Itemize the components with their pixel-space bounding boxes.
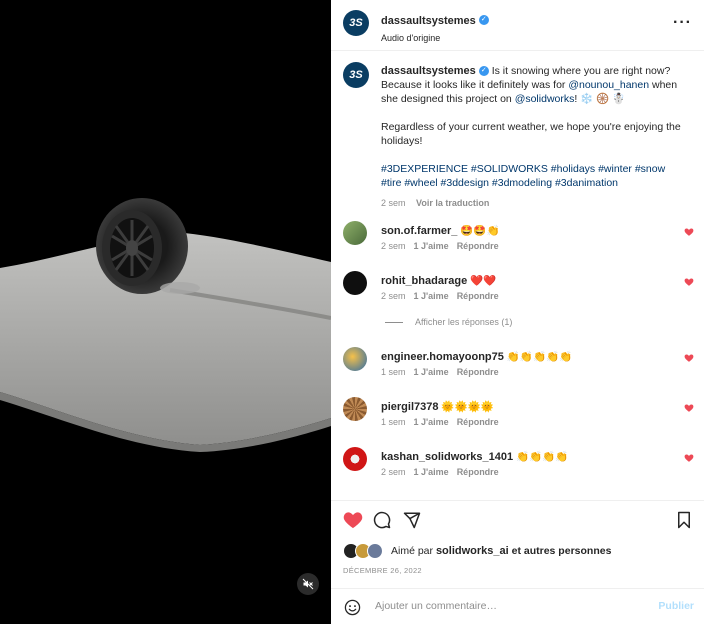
comment-likes[interactable]: 1 J'aime	[414, 367, 449, 377]
emoji-icon[interactable]	[344, 599, 361, 616]
commenter-username[interactable]: rohit_bhadarage	[381, 275, 467, 287]
publish-button[interactable]: Publier	[658, 600, 694, 612]
heart-icon[interactable]	[684, 277, 694, 287]
comment-age[interactable]: 2 sem	[381, 467, 406, 477]
comment-icon[interactable]	[373, 511, 391, 529]
comment-age[interactable]: 2 sem	[381, 291, 406, 301]
comment-text: ❤️❤️	[470, 275, 497, 287]
post-header: 3S dassaultsystemes ✓ Audio d'origine ···	[331, 0, 704, 51]
heart-icon[interactable]	[684, 353, 694, 363]
reply-button[interactable]: Répondre	[457, 467, 499, 477]
caption-author-avatar[interactable]: 3S	[343, 62, 369, 88]
post-caption: dassaultsystemes ✓ Is it snowing where yo…	[381, 64, 686, 210]
liker-avatar	[367, 543, 383, 559]
liked-by: Aimé par solidworks_ai et autres personn…	[343, 543, 611, 559]
post-actions: Aimé par solidworks_ai et autres personn…	[331, 500, 704, 625]
share-icon[interactable]	[403, 511, 421, 529]
mention-link[interactable]: @solidworks	[515, 93, 575, 105]
liked-by-suffix[interactable]: et autres personnes	[512, 545, 612, 557]
verified-icon: ✓	[478, 66, 489, 77]
show-replies-label: Afficher les réponses (1)	[415, 317, 513, 327]
caption-paragraph-2: Regardless of your current weather, we h…	[381, 121, 681, 147]
comment-age[interactable]: 1 sem	[381, 417, 406, 427]
comment-likes[interactable]: 1 J'aime	[414, 417, 449, 427]
show-replies-button[interactable]: Afficher les réponses (1)	[385, 317, 512, 327]
commenter-username[interactable]: piergil7378	[381, 401, 438, 413]
caption-age[interactable]: 2 sem	[381, 198, 406, 208]
commenter-avatar[interactable]	[343, 271, 367, 295]
liked-avatars[interactable]	[343, 543, 383, 559]
comment-item: engineer.homayoonp75 👏👏👏👏👏 1 sem 1 J'aime…	[331, 347, 704, 387]
commenter-username[interactable]: engineer.homayoonp75	[381, 351, 504, 363]
translate-link[interactable]: Voir la traduction	[416, 198, 489, 208]
reply-button[interactable]: Répondre	[457, 367, 499, 377]
post-details-panel: 3S dassaultsystemes ✓ Audio d'origine ···…	[331, 0, 704, 624]
heart-icon[interactable]	[343, 511, 363, 529]
reply-button[interactable]: Répondre	[457, 291, 499, 301]
commenter-username[interactable]: son.of.farmer_	[381, 225, 457, 237]
comment-age[interactable]: 1 sem	[381, 367, 406, 377]
caption-avatar-text: 3S	[349, 69, 363, 81]
comment-likes[interactable]: 1 J'aime	[414, 241, 449, 251]
muted-speaker-icon	[302, 578, 314, 590]
commenter-avatar[interactable]	[343, 221, 367, 245]
commenter-avatar[interactable]	[343, 347, 367, 371]
comment-age[interactable]: 2 sem	[381, 241, 406, 251]
mention-link[interactable]: @nounou_hanen	[568, 79, 649, 91]
commenter-avatar[interactable]	[343, 397, 367, 421]
post-date[interactable]: DÉCEMBRE 26, 2022	[343, 566, 422, 575]
commenter-avatar[interactable]	[343, 447, 367, 471]
commenter-username[interactable]: kashan_solidworks_1401	[381, 451, 513, 463]
comment-item: kashan_solidworks_1401 👏👏👏👏 2 sem 1 J'aim…	[331, 447, 704, 487]
caption-text-3: ! ❄️ 🛞 ☃️	[574, 93, 626, 105]
divider	[385, 321, 403, 323]
comment-likes[interactable]: 1 J'aime	[414, 291, 449, 301]
comments-scroll-area[interactable]: 3S dassaultsystemes ✓ Is it snowing where…	[331, 51, 704, 500]
hashtags[interactable]: #3DEXPERIENCE #SOLIDWORKS #holidays #win…	[381, 162, 686, 190]
comment-item: piergil7378 🌞🌞🌞🌞 1 sem 1 J'aime Répondre	[331, 397, 704, 437]
snow-tire-render	[0, 198, 331, 452]
author-username[interactable]: dassaultsystemes	[381, 15, 476, 27]
verified-icon: ✓	[478, 14, 489, 25]
reply-button[interactable]: Répondre	[457, 417, 499, 427]
caption-author-username[interactable]: dassaultsystemes	[381, 65, 476, 77]
author-info: dassaultsystemes ✓ Audio d'origine	[381, 11, 489, 43]
more-options-icon[interactable]: ···	[673, 14, 692, 32]
author-avatar-text: 3S	[349, 17, 363, 29]
heart-icon[interactable]	[684, 227, 694, 237]
liked-by-prefix: Aimé par	[391, 545, 434, 557]
add-comment-bar: Publier	[331, 588, 704, 626]
reply-button[interactable]: Répondre	[457, 241, 499, 251]
heart-icon[interactable]	[684, 453, 694, 463]
comment-input[interactable]	[373, 599, 627, 613]
comment-item: son.of.farmer_ 🤩🤩👏 2 sem 1 J'aime Répondre	[331, 221, 704, 261]
audio-label[interactable]: Audio d'origine	[381, 33, 489, 43]
author-avatar[interactable]: 3S	[343, 10, 369, 36]
comment-text: 🤩🤩👏	[460, 225, 500, 237]
comment-item: rohit_bhadarage ❤️❤️ 2 sem 1 J'aime Répond…	[331, 271, 704, 311]
liked-by-user[interactable]: solidworks_ai	[436, 545, 509, 557]
heart-icon[interactable]	[684, 403, 694, 413]
bookmark-icon[interactable]	[676, 511, 692, 529]
post-video[interactable]	[0, 0, 331, 624]
comment-text: 👏👏👏👏	[516, 451, 569, 463]
comment-text: 👏👏👏👏👏	[506, 351, 573, 363]
mute-button[interactable]	[297, 573, 319, 595]
comment-likes[interactable]: 1 J'aime	[414, 467, 449, 477]
comment-text: 🌞🌞🌞🌞	[441, 401, 494, 413]
